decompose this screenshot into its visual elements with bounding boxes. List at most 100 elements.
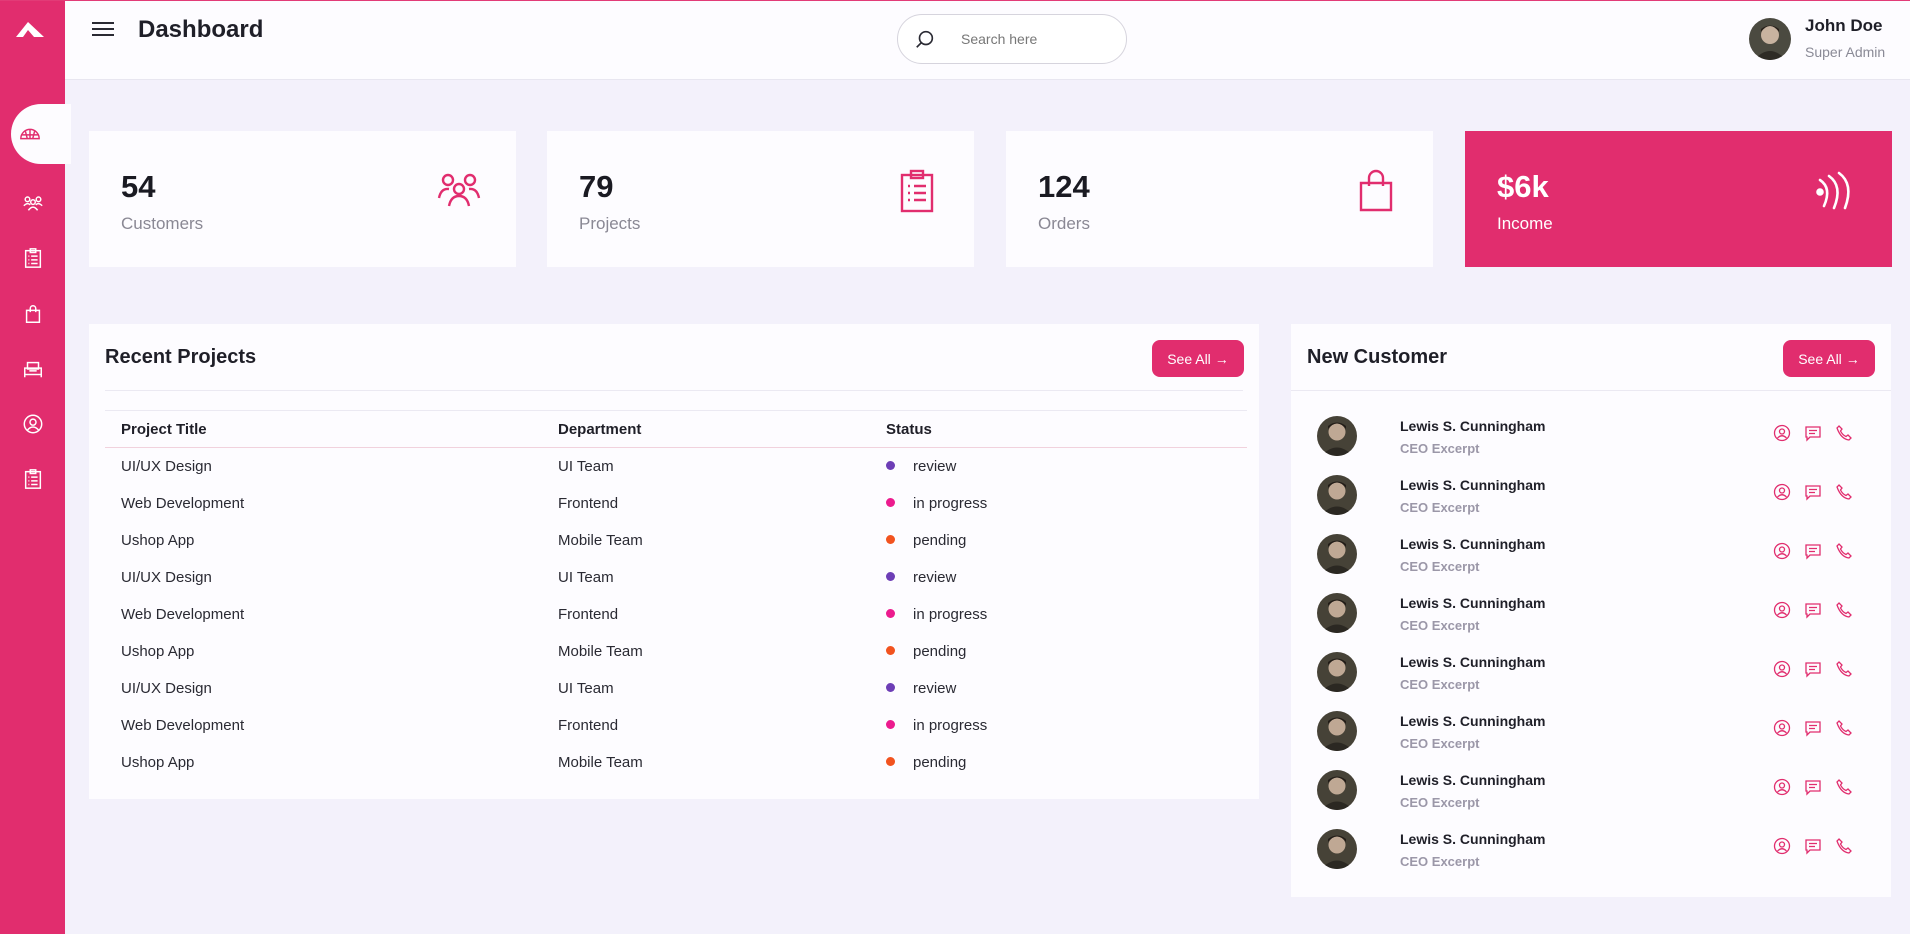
- see-all-customers-button[interactable]: See All →: [1783, 340, 1875, 377]
- sidebar-item-orders[interactable]: [0, 294, 65, 334]
- logo-icon[interactable]: [14, 19, 46, 43]
- hamburger-menu-icon[interactable]: [90, 19, 116, 43]
- clipboard-icon: [900, 169, 934, 213]
- table-row[interactable]: Web Development Frontend in progress: [105, 707, 1247, 744]
- phone-icon[interactable]: [1835, 837, 1855, 857]
- project-department: Mobile Team: [558, 642, 643, 660]
- profile-icon[interactable]: [1773, 660, 1793, 680]
- profile-icon[interactable]: [1773, 719, 1793, 739]
- table-row[interactable]: UI/UX Design UI Team review: [105, 559, 1247, 596]
- stat-value: $6k: [1497, 169, 1549, 204]
- profile-icon[interactable]: [1773, 837, 1793, 857]
- message-icon[interactable]: [1804, 778, 1824, 798]
- search-box[interactable]: [897, 14, 1127, 64]
- message-icon[interactable]: [1804, 719, 1824, 739]
- project-status: in progress: [870, 707, 1247, 744]
- panel-title: Recent Projects: [105, 346, 257, 368]
- projects-table: Project Title Department Status UI/UX De…: [105, 410, 1247, 781]
- page-title: Dashboard: [138, 16, 264, 43]
- phone-icon[interactable]: [1835, 542, 1855, 562]
- stat-value: 124: [1038, 169, 1090, 204]
- phone-icon[interactable]: [1835, 424, 1855, 444]
- customer-name: Lewis S. Cunningham: [1400, 772, 1546, 788]
- stat-card-customers[interactable]: 54 Customers: [89, 131, 516, 267]
- profile-icon[interactable]: [1773, 424, 1793, 444]
- status-dot: [886, 683, 895, 693]
- message-icon[interactable]: [1804, 483, 1824, 503]
- table-row[interactable]: UI/UX Design UI Team review: [105, 670, 1247, 707]
- customer-name: Lewis S. Cunningham: [1400, 536, 1546, 552]
- status-text: in progress: [913, 494, 988, 512]
- customer-role: CEO Excerpt: [1400, 559, 1480, 574]
- list-item[interactable]: Lewis S. Cunningham CEO Excerpt: [1317, 475, 1877, 534]
- customer-avatar[interactable]: [1317, 770, 1357, 810]
- project-title: Web Development: [121, 716, 245, 734]
- customer-avatar[interactable]: [1317, 475, 1357, 515]
- stat-card-projects[interactable]: 79 Projects: [547, 131, 974, 267]
- customer-role: CEO Excerpt: [1400, 795, 1480, 810]
- sidebar-item-inventory[interactable]: [0, 349, 65, 389]
- profile-icon[interactable]: [1773, 483, 1793, 503]
- user-avatar[interactable]: [1749, 18, 1791, 60]
- list-item[interactable]: Lewis S. Cunningham CEO Excerpt: [1317, 652, 1877, 711]
- user-name: John Doe: [1805, 16, 1883, 35]
- phone-icon[interactable]: [1835, 483, 1855, 503]
- table-row[interactable]: Ushop App Mobile Team pending: [105, 744, 1247, 781]
- phone-icon[interactable]: [1835, 719, 1855, 739]
- customer-avatar[interactable]: [1317, 829, 1357, 869]
- see-all-projects-button[interactable]: See All →: [1152, 340, 1244, 377]
- message-icon[interactable]: [1804, 542, 1824, 562]
- tasks-icon: [24, 469, 41, 489]
- sidebar: [0, 0, 71, 934]
- sidebar-item-dashboard[interactable]: [11, 104, 71, 164]
- message-icon[interactable]: [1804, 424, 1824, 444]
- list-item[interactable]: Lewis S. Cunningham CEO Excerpt: [1317, 593, 1877, 652]
- table-row[interactable]: Web Development Frontend in progress: [105, 596, 1247, 633]
- customer-avatar[interactable]: [1317, 534, 1357, 574]
- sidebar-item-account[interactable]: [0, 404, 65, 444]
- project-title: Web Development: [121, 605, 245, 623]
- project-department: Frontend: [558, 494, 619, 512]
- message-icon[interactable]: [1804, 837, 1824, 857]
- stat-card-income[interactable]: $6k Income: [1465, 131, 1892, 267]
- customer-role: CEO Excerpt: [1400, 854, 1480, 869]
- customer-avatar[interactable]: [1317, 593, 1357, 633]
- project-department: Frontend: [558, 605, 619, 623]
- sidebar-item-tasks[interactable]: [0, 459, 65, 499]
- message-icon[interactable]: [1804, 660, 1824, 680]
- stat-value: 54: [121, 169, 156, 204]
- list-item[interactable]: Lewis S. Cunningham CEO Excerpt: [1317, 416, 1877, 475]
- sidebar-item-projects[interactable]: [0, 238, 65, 278]
- stat-card-orders[interactable]: 124 Orders: [1006, 131, 1433, 267]
- search-icon[interactable]: [914, 28, 936, 50]
- table-row[interactable]: Ushop App Mobile Team pending: [105, 633, 1247, 670]
- project-department: UI Team: [558, 457, 614, 475]
- status-text: review: [913, 679, 957, 697]
- phone-icon[interactable]: [1835, 660, 1855, 680]
- status-text: pending: [913, 753, 967, 771]
- profile-icon[interactable]: [1773, 778, 1793, 798]
- customer-name: Lewis S. Cunningham: [1400, 654, 1546, 670]
- customer-avatar[interactable]: [1317, 652, 1357, 692]
- list-item[interactable]: Lewis S. Cunningham CEO Excerpt: [1317, 770, 1877, 829]
- message-icon[interactable]: [1804, 601, 1824, 621]
- profile-icon[interactable]: [1773, 542, 1793, 562]
- customer-avatar[interactable]: [1317, 416, 1357, 456]
- customer-avatar[interactable]: [1317, 711, 1357, 751]
- project-title: Ushop App: [121, 753, 195, 771]
- table-row[interactable]: UI/UX Design UI Team review: [105, 448, 1247, 485]
- project-title: Web Development: [121, 494, 245, 512]
- customer-name: Lewis S. Cunningham: [1400, 595, 1546, 611]
- stat-label: Orders: [1038, 214, 1090, 233]
- divider: [1291, 390, 1891, 391]
- table-row[interactable]: Web Development Frontend in progress: [105, 485, 1247, 522]
- list-item[interactable]: Lewis S. Cunningham CEO Excerpt: [1317, 711, 1877, 770]
- list-item[interactable]: Lewis S. Cunningham CEO Excerpt: [1317, 534, 1877, 593]
- phone-icon[interactable]: [1835, 601, 1855, 621]
- profile-icon[interactable]: [1773, 601, 1793, 621]
- sidebar-item-customers[interactable]: [0, 183, 65, 223]
- search-input[interactable]: [961, 25, 1111, 53]
- list-item[interactable]: Lewis S. Cunningham CEO Excerpt: [1317, 829, 1877, 888]
- table-row[interactable]: Ushop App Mobile Team pending: [105, 522, 1247, 559]
- phone-icon[interactable]: [1835, 778, 1855, 798]
